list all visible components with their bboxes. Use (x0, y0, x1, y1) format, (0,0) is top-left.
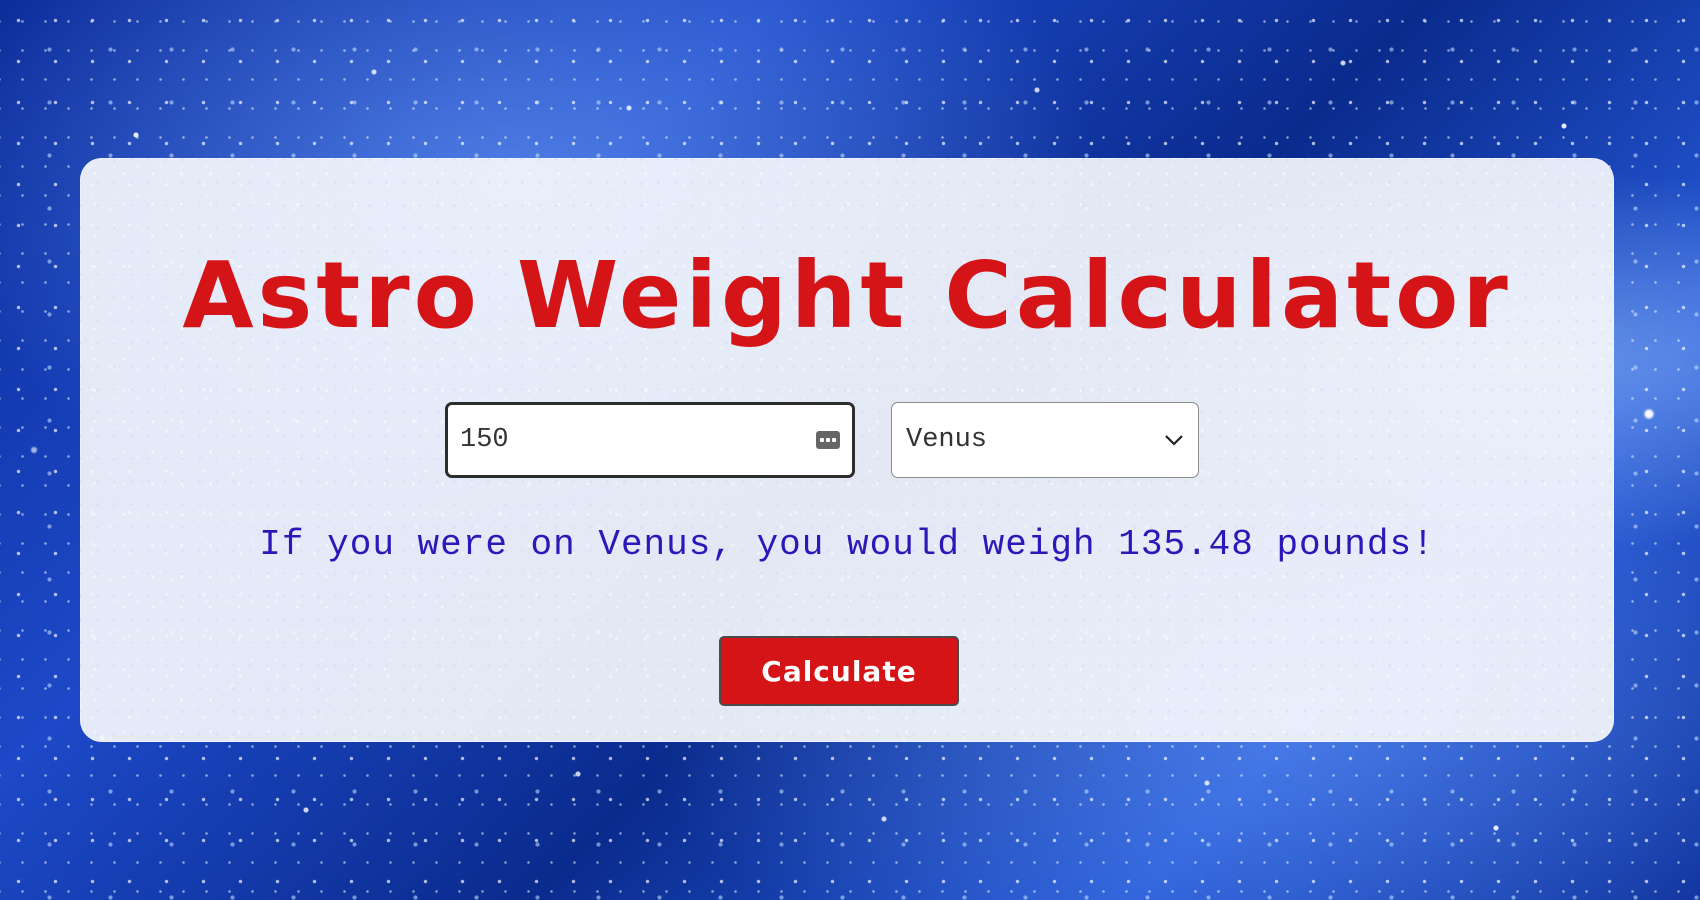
chevron-down-icon (1165, 435, 1183, 446)
weight-input[interactable]: 150 (445, 402, 855, 478)
planet-select-value: Venus (906, 425, 988, 455)
keypad-icon[interactable] (816, 431, 840, 449)
result-message: If you were on Venus, you would weigh 13… (259, 524, 1435, 565)
page-title: Astro Weight Calculator (182, 242, 1512, 349)
calculator-card: Astro Weight Calculator 150 Venus If you… (80, 158, 1614, 742)
planet-select[interactable]: Venus (891, 402, 1199, 478)
weight-input-value: 150 (460, 425, 509, 455)
calculate-button[interactable]: Calculate (719, 636, 959, 706)
